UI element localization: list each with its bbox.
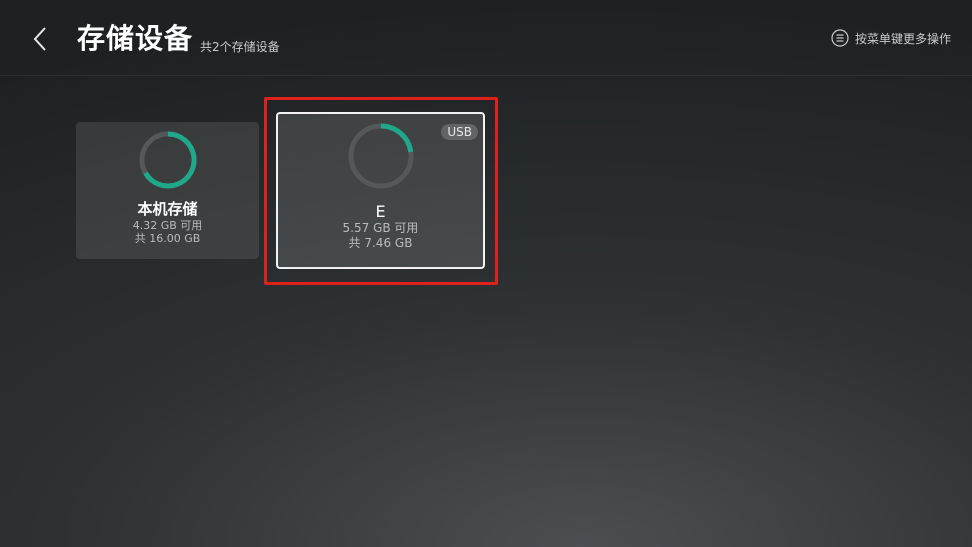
device-available: 5.57 GB 可用 <box>342 221 419 235</box>
storage-card-usb[interactable]: USB E 5.57 GB 可用 共 7.46 GB <box>276 112 485 269</box>
menu-hint-label: 按菜单键更多操作 <box>854 31 951 46</box>
usage-ring-icon <box>347 122 415 190</box>
menu-hint: 按菜单键更多操作 <box>831 29 951 47</box>
page-title: 存储设备 <box>77 22 194 55</box>
chevron-left-icon <box>33 27 46 51</box>
device-available: 4.32 GB 可用 <box>132 219 203 232</box>
menu-circle-icon <box>831 29 849 47</box>
device-total: 共 16.00 GB <box>134 232 201 245</box>
device-name: 本机存储 <box>137 200 198 218</box>
device-name: E <box>375 202 386 221</box>
device-total: 共 7.46 GB <box>348 236 413 250</box>
usb-badge: USB <box>441 124 478 140</box>
storage-card-internal[interactable]: 本机存储 4.32 GB 可用 共 16.00 GB <box>76 122 259 259</box>
device-count: 共2个存储设备 <box>200 40 280 54</box>
usage-ring-icon <box>138 130 198 190</box>
header-bar: 存储设备 共2个存储设备 按菜单键更多操作 <box>0 0 972 76</box>
back-button[interactable] <box>26 22 54 56</box>
